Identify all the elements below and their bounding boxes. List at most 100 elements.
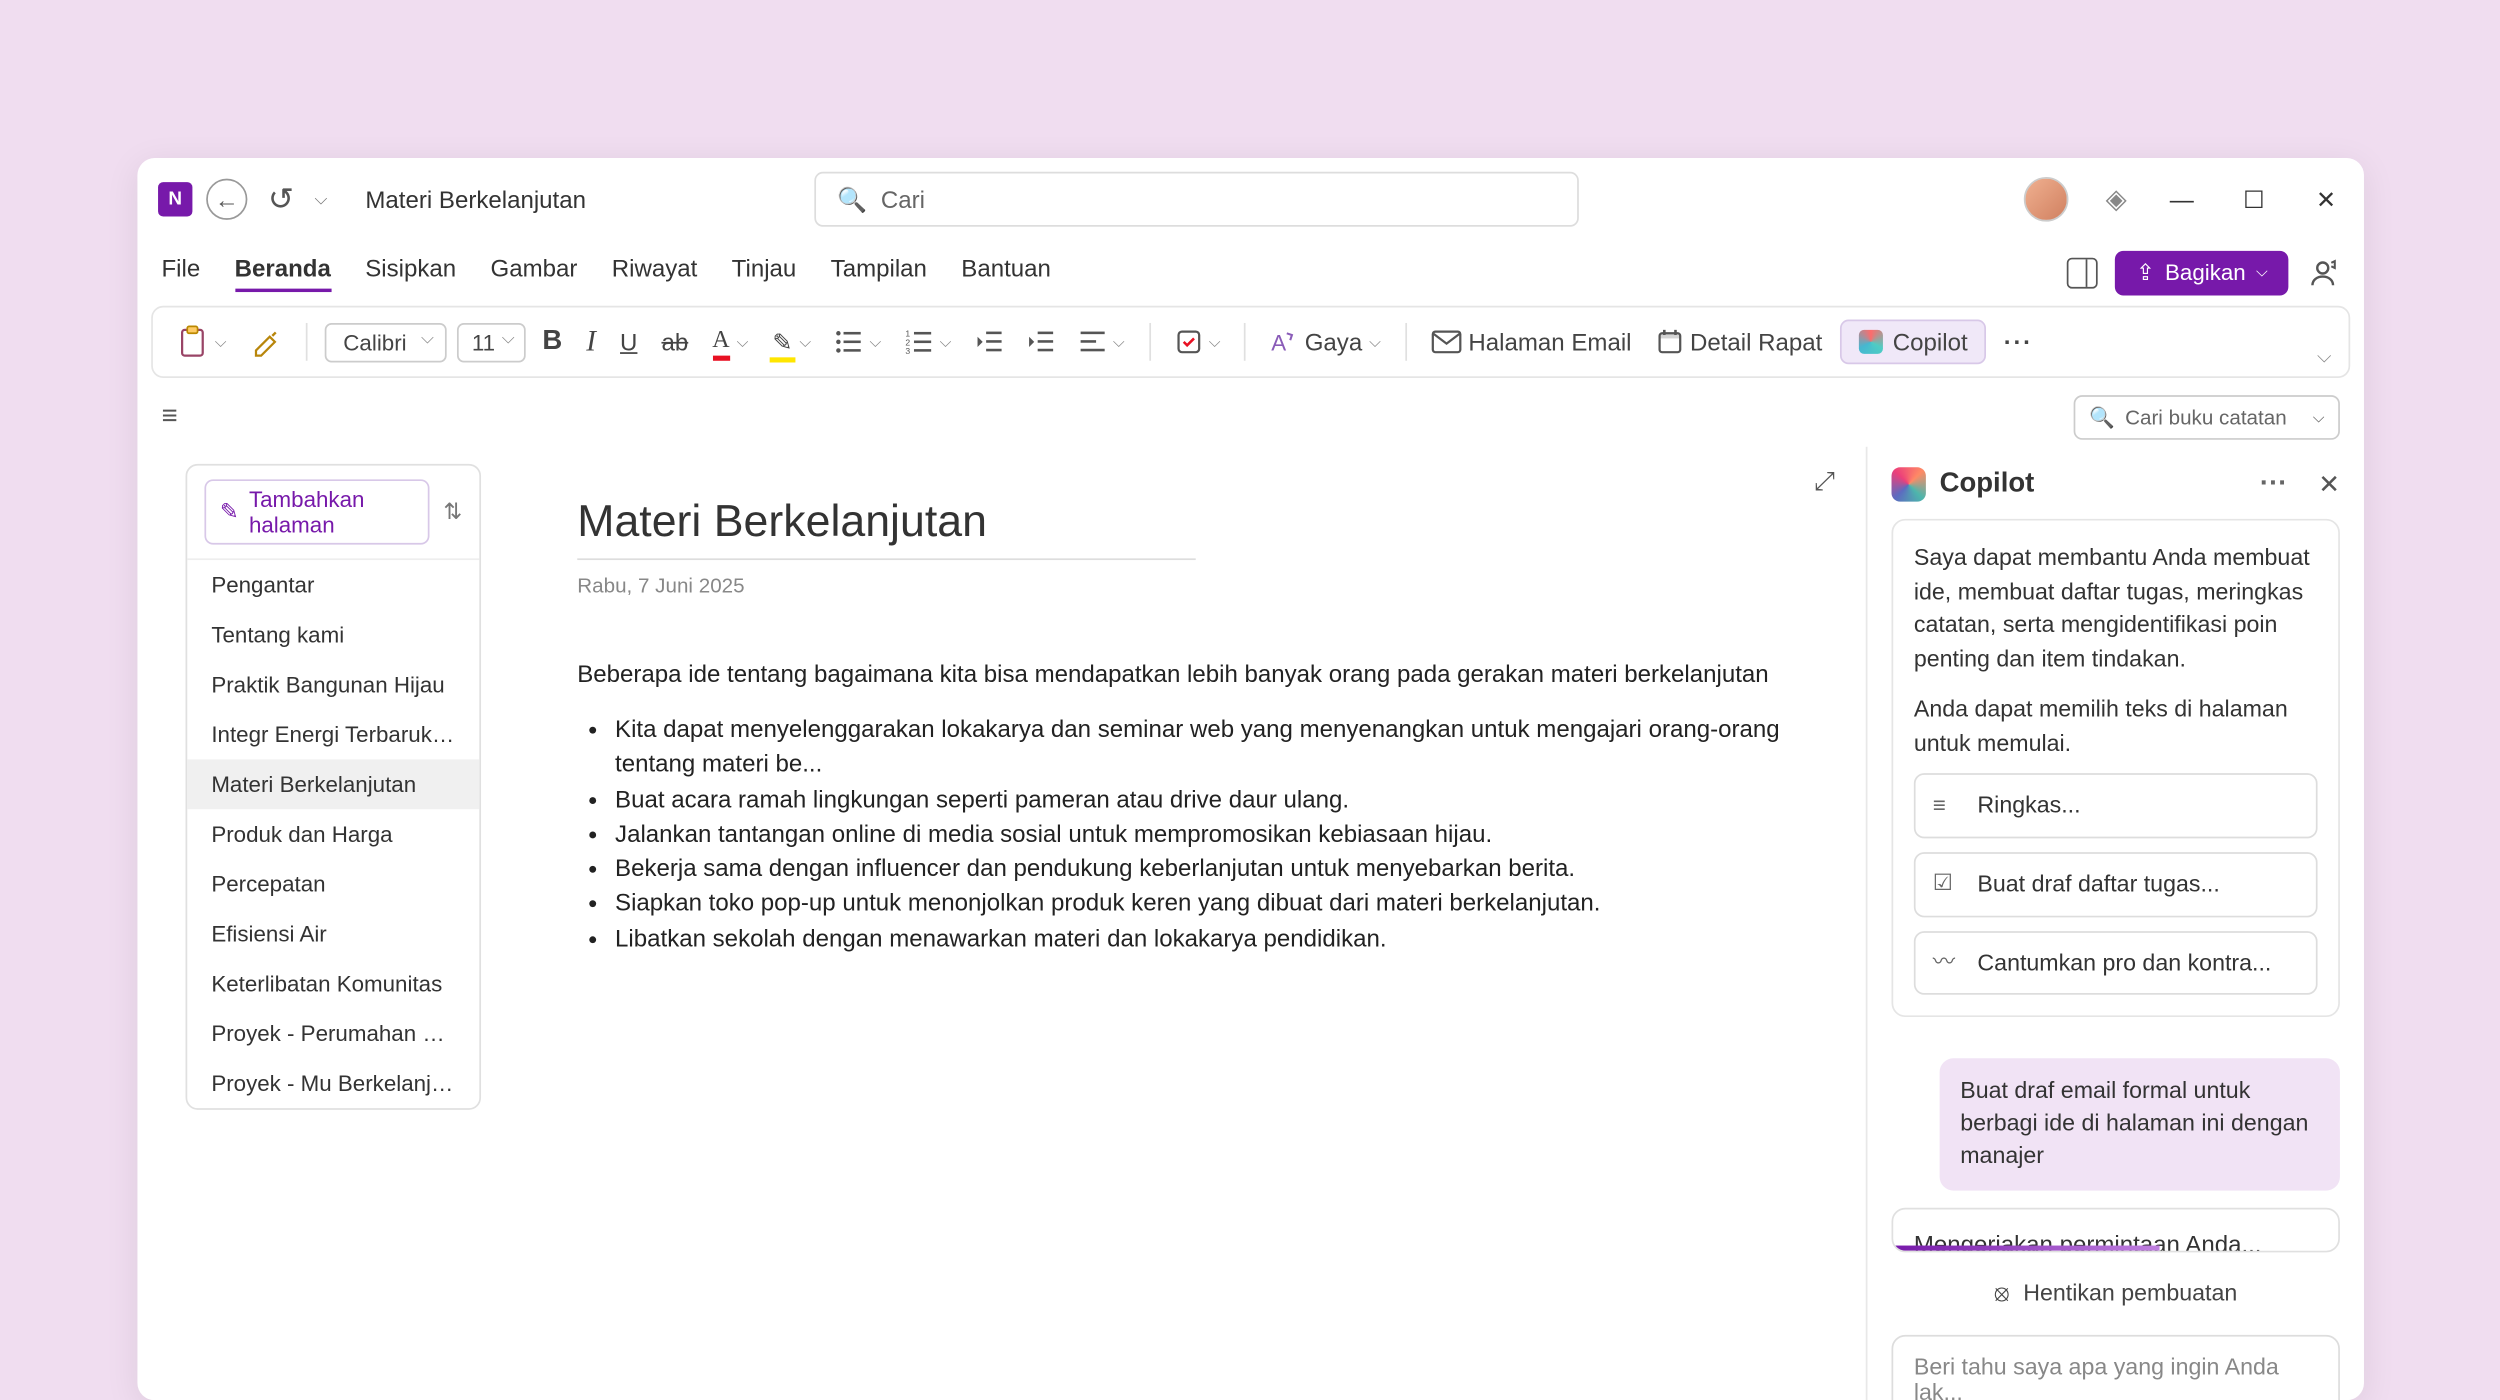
copilot-input[interactable]: Beri tahu saya apa yang ingin Anda lak..… (1892, 1334, 2340, 1400)
menu-file[interactable]: File (161, 253, 200, 291)
share-button[interactable]: ⇪ Bagikan ⌵ (2115, 250, 2288, 295)
copilot-close-button[interactable]: ✕ (2318, 469, 2340, 500)
copilot-pane: Copilot ··· ✕ Saya dapat membantu Anda m… (1866, 447, 2364, 1400)
indent-button[interactable] (1020, 326, 1061, 357)
close-window-button[interactable]: ✕ (2309, 185, 2343, 214)
global-search[interactable]: 🔍 Cari (815, 172, 1580, 227)
undo-dropdown[interactable]: ⌵ (315, 190, 328, 209)
suggestion-icon: ≡ (1933, 790, 1960, 822)
menu-tampilan[interactable]: Tampilan (831, 253, 927, 291)
copilot-suggestion[interactable]: ≡ Ringkas... (1914, 774, 2318, 839)
suggestion-label: Ringkas... (1977, 789, 2080, 823)
copilot-stop-button[interactable]: ⦻ Hentikan pembuatan (1892, 1269, 2340, 1317)
bullet-item[interactable]: Libatkan sekolah dengan menawarkan mater… (615, 920, 1818, 955)
page-item[interactable]: Tentang kami (187, 610, 479, 660)
suggestion-icon: ☑ (1933, 868, 1960, 900)
page-item[interactable]: Efisiensi Air (187, 909, 479, 959)
meeting-details-label: Detail Rapat (1690, 328, 1822, 355)
copilot-intro-2: Anda dapat memilih teks di halaman untuk… (1914, 693, 2318, 760)
expand-icon[interactable]: ⤢ (1814, 467, 1835, 496)
user-avatar[interactable] (2023, 177, 2068, 222)
align-button[interactable]: ⌵ (1072, 326, 1132, 357)
pane-layout-icon[interactable] (2067, 257, 2098, 288)
intro-text[interactable]: Beberapa ide tentang bagaimana kita bisa… (577, 660, 1817, 687)
copilot-working-card: Mengerjakan permintaan Anda... (1892, 1207, 2340, 1252)
copilot-stop-label: Hentikan pembuatan (2023, 1280, 2237, 1306)
premium-icon[interactable]: ◈ (2106, 182, 2127, 216)
numbering-button[interactable]: 123⌵ (898, 326, 958, 357)
page-item[interactable]: Pengantar (187, 560, 479, 610)
page-item[interactable]: Materi Berkelanjutan (187, 759, 479, 809)
bold-button[interactable]: B (535, 323, 569, 361)
paste-button[interactable]: ⌵ (170, 321, 233, 362)
undo-button[interactable]: ↺ (261, 181, 301, 217)
document-title: Materi Berkelanjutan (365, 186, 586, 213)
menu-sisipkan[interactable]: Sisipkan (365, 253, 456, 291)
sort-pages-button[interactable]: ⇅ (443, 498, 462, 525)
add-page-button[interactable]: ✎ Tambahkan halaman (204, 479, 429, 544)
meeting-details-button[interactable]: Detail Rapat (1649, 325, 1829, 359)
ribbon-collapse-button[interactable]: ⌵ (2317, 347, 2331, 369)
copilot-ribbon-button[interactable]: Copilot (1839, 320, 1986, 365)
styles-button[interactable]: A Gaya⌵ (1263, 325, 1387, 359)
page-item[interactable]: Produk dan Harga (187, 809, 479, 859)
meet-now-icon[interactable] (2306, 255, 2340, 289)
page-item[interactable]: Keterlibatan Komunitas (187, 959, 479, 1009)
email-page-button[interactable]: Halaman Email (1424, 325, 1639, 359)
maximize-button[interactable]: ☐ (2237, 185, 2271, 214)
suggestion-label: Cantumkan pro dan kontra... (1977, 946, 2271, 980)
bullet-item[interactable]: Siapkan toko pop-up untuk menonjolkan pr… (615, 886, 1818, 921)
titlebar: N ← ↺ ⌵ Materi Berkelanjutan 🔍 Cari ◈ — … (137, 158, 2364, 240)
ribbon-toolbar: ⌵ Calibri 11 B I U ab A⌵ ✎⌵ ⌵ 123⌵ ⌵ ⌵ A… (151, 306, 2350, 378)
bullets-button[interactable]: ⌵ (828, 326, 888, 357)
page-item[interactable]: Proyek - Mu Berkelanjutan... (187, 1058, 479, 1108)
hamburger-icon[interactable]: ≡ (161, 402, 177, 433)
font-family-select[interactable]: Calibri (324, 322, 446, 362)
navigation-bar: ≡ 🔍 Cari buku catatan ⌵ (137, 388, 2364, 446)
copilot-title: Copilot (1940, 469, 2035, 500)
copilot-icon (1858, 330, 1882, 354)
menu-riwayat[interactable]: Riwayat (612, 253, 698, 291)
bullet-item[interactable]: Jalankan tantangan online di media sosia… (615, 816, 1818, 851)
bullet-item[interactable]: Kita dapat menyelenggarakan lokakarya da… (615, 711, 1818, 781)
page-content[interactable]: ⤢ Materi Berkelanjutan Rabu, 7 Juni 2025… (481, 447, 1866, 1400)
search-icon: 🔍 (837, 185, 867, 214)
menubar: File Beranda Sisipkan Gambar Riwayat Tinjau Ta… (137, 241, 2364, 306)
add-page-icon: ✎ (220, 498, 239, 525)
page-title[interactable]: Materi Berkelanjutan (577, 495, 1195, 560)
format-painter-button[interactable] (244, 323, 289, 361)
search-icon: 🔍 (2089, 405, 2115, 429)
page-item[interactable]: Proyek - Perumahan Hijau... (187, 1008, 479, 1058)
font-size-select[interactable]: 11 (456, 322, 525, 362)
notebook-search[interactable]: 🔍 Cari buku catatan ⌵ (2074, 395, 2340, 440)
strikethrough-button[interactable]: ab (655, 325, 696, 359)
italic-button[interactable]: I (579, 321, 602, 362)
page-item[interactable]: Percepatan (187, 859, 479, 909)
menu-bantuan[interactable]: Bantuan (961, 253, 1051, 291)
minimize-button[interactable]: — (2165, 186, 2199, 213)
idea-bullets[interactable]: Kita dapat menyelenggarakan lokakarya da… (577, 711, 1817, 955)
outdent-button[interactable] (969, 326, 1010, 357)
copilot-ribbon-label: Copilot (1893, 328, 1968, 355)
highlight-button[interactable]: ✎⌵ (765, 324, 818, 360)
svg-text:A: A (1272, 330, 1287, 355)
page-list-panel: ✎ Tambahkan halaman ⇅ PengantarTentang k… (137, 447, 481, 1400)
back-button[interactable]: ← (206, 179, 247, 220)
menu-tinjau[interactable]: Tinjau (732, 253, 797, 291)
copilot-intro-card: Saya dapat membantu Anda membuat ide, me… (1892, 519, 2340, 1017)
menu-gambar[interactable]: Gambar (491, 253, 578, 291)
bullet-item[interactable]: Buat acara ramah lingkungan seperti pame… (615, 781, 1818, 816)
page-item[interactable]: Praktik Bangunan Hijau (187, 660, 479, 710)
bullet-item[interactable]: Bekerja sama dengan influencer dan pendu… (615, 851, 1818, 886)
page-item[interactable]: Integr Energi Terbarukan... (187, 710, 479, 760)
notebook-search-placeholder: Cari buku catatan (2125, 405, 2287, 429)
underline-button[interactable]: U (613, 325, 644, 359)
copilot-menu-button[interactable]: ··· (2260, 469, 2287, 500)
menu-beranda[interactable]: Beranda (235, 253, 331, 291)
suggestion-icon: 〰 (1933, 946, 1960, 978)
copilot-suggestion[interactable]: 〰 Cantumkan pro dan kontra... (1914, 930, 2318, 995)
ribbon-overflow-button[interactable]: ··· (1997, 325, 2040, 359)
tag-button[interactable]: ⌵ (1168, 325, 1228, 359)
copilot-suggestion[interactable]: ☑Buat draf daftar tugas... (1914, 852, 2318, 917)
font-color-button[interactable]: A⌵ (705, 325, 755, 359)
